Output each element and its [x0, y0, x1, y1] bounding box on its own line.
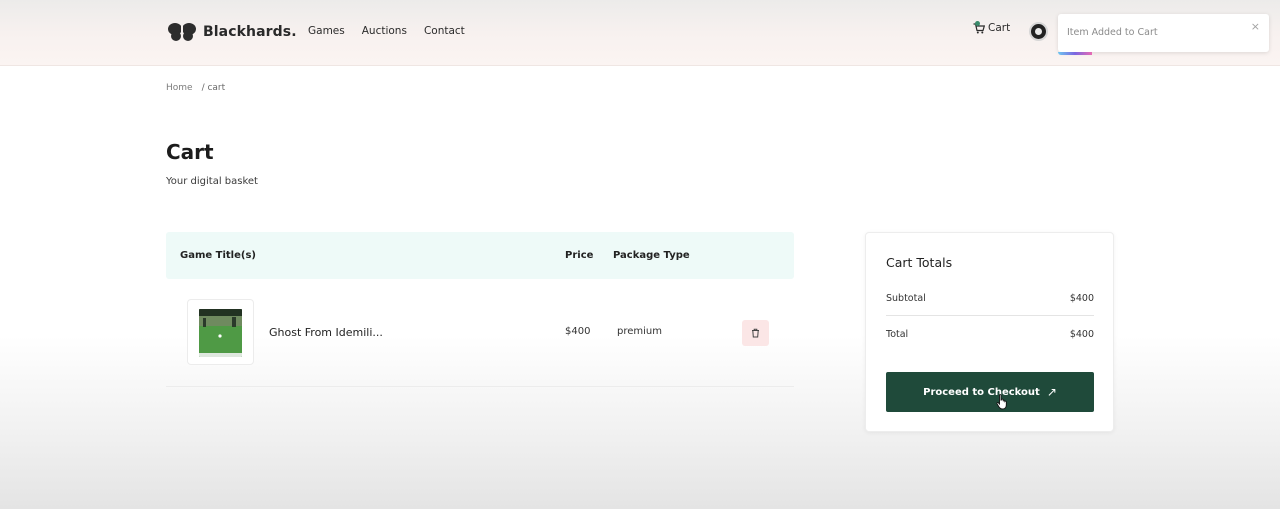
game-title[interactable]: Ghost From Idemili...: [269, 326, 383, 339]
nav-contact[interactable]: Contact: [424, 25, 465, 37]
toast-notification: Item Added to Cart ×: [1058, 14, 1269, 55]
brand-logo[interactable]: Blackhards.: [167, 22, 297, 42]
trash-icon: [752, 328, 759, 338]
cart-totals-title: Cart Totals: [886, 255, 953, 270]
subtotal-value: $400: [1069, 293, 1094, 304]
avatar-face-icon: [1035, 28, 1042, 35]
breadcrumb-home[interactable]: Home: [166, 83, 193, 93]
column-header-package: Package Type: [613, 250, 690, 261]
brand-name: Blackhards.: [203, 24, 297, 40]
breadcrumb-current: / cart: [201, 83, 226, 93]
arrow-up-right-icon: ↗: [1046, 385, 1057, 399]
cart-totals-card: Cart Totals Subtotal $400 Total $400 Pro…: [865, 232, 1114, 432]
cart-count-dot: [975, 21, 980, 26]
column-header-price: Price: [565, 250, 594, 261]
user-avatar[interactable]: [1029, 22, 1048, 41]
page-subtitle: Your digital basket: [166, 176, 258, 187]
toast-progress-bar: [1058, 52, 1092, 55]
table-header: Game Title(s) Price Package Type: [166, 232, 794, 279]
delete-item-button[interactable]: [742, 320, 769, 346]
nav-auctions[interactable]: Auctions: [362, 25, 407, 37]
proceed-to-checkout-button[interactable]: Proceed to Checkout ↗: [886, 372, 1094, 412]
game-price: $400: [565, 326, 591, 337]
close-icon[interactable]: ×: [1251, 20, 1260, 33]
total-label: Total: [886, 329, 909, 340]
totals-divider: [886, 315, 1094, 316]
game-thumbnail: [199, 309, 242, 357]
package-type: premium: [617, 326, 662, 337]
page-title: Cart: [166, 140, 214, 164]
header-cart-link[interactable]: Cart: [973, 21, 1011, 34]
subtotal-row: Subtotal $400: [886, 293, 1094, 304]
game-thumbnail-frame[interactable]: [187, 299, 254, 365]
subtotal-label: Subtotal: [886, 293, 926, 304]
nav-games[interactable]: Games: [308, 25, 345, 37]
cart-table: Game Title(s) Price Package Type Ghost F…: [166, 232, 794, 387]
butterfly-logo-icon: [168, 23, 196, 41]
table-row: Ghost From Idemili... $400 premium: [166, 279, 794, 387]
total-value: $400: [1069, 329, 1094, 340]
breadcrumb: Home / cart: [166, 83, 225, 93]
checkout-label: Proceed to Checkout: [923, 386, 1040, 398]
toast-message: Item Added to Cart: [1067, 27, 1158, 38]
total-row: Total $400: [886, 329, 1094, 340]
main-nav: Games Auctions Contact: [308, 25, 482, 37]
cart-label: Cart: [988, 22, 1011, 34]
site-header: Blackhards. Games Auctions Contact Cart …: [0, 0, 1280, 66]
column-header-title: Game Title(s): [180, 250, 256, 261]
hand-pointer-cursor-icon: [996, 394, 1007, 410]
